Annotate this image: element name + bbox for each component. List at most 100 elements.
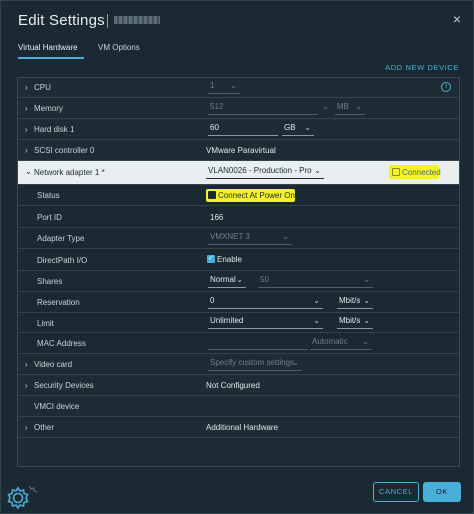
- chevron-down-icon: ⌄: [363, 296, 370, 305]
- ok-button[interactable]: OK: [423, 482, 461, 502]
- gear-icon[interactable]: [4, 483, 38, 513]
- mac-mode: Automatic: [312, 337, 348, 346]
- other-label: Other: [34, 423, 55, 432]
- adapter-type-value: VMXNET 3: [210, 232, 250, 241]
- security-devices-label: Security Devices: [34, 381, 94, 390]
- hardware-row-other: › Other Additional Hardware: [18, 417, 459, 438]
- vmci-label: VMCI device: [34, 402, 80, 411]
- hardware-row-scsi: › SCSI controller 0 VMware Paravirtual: [18, 140, 459, 161]
- connect-at-power-on-checkbox[interactable]: [208, 191, 216, 199]
- hardware-panel: › CPU 1 ⌄ i › Memory 512 ⌄ MB ⌄ › Hard d…: [17, 77, 460, 467]
- limit-unit: Mbit/s: [339, 316, 361, 325]
- chevron-down-icon: ⌄: [230, 81, 237, 90]
- limit-input[interactable]: Unlimited ⌄: [208, 316, 323, 329]
- hard-disk-unit-select[interactable]: GB ⌄: [282, 123, 314, 136]
- chevron-down-icon[interactable]: ⌄: [322, 102, 329, 111]
- mac-address-input[interactable]: [208, 337, 308, 350]
- network-adapter-label: Network adapter 1 *: [34, 168, 105, 177]
- chevron-right-icon[interactable]: ›: [25, 104, 28, 113]
- adapter-type-label: Adapter Type: [37, 234, 85, 243]
- chevron-down-icon: ⌄: [355, 102, 362, 111]
- chevron-right-icon[interactable]: ›: [25, 360, 28, 369]
- directpath-checkbox[interactable]: [207, 254, 215, 263]
- connected-checkbox[interactable]: [392, 168, 400, 176]
- chevron-right-icon[interactable]: ›: [25, 125, 28, 134]
- cpu-value: 1: [210, 81, 215, 90]
- cancel-button[interactable]: CANCEL: [373, 482, 419, 502]
- chevron-down-icon: ⌄: [292, 358, 299, 367]
- hardware-row-cpu: › CPU 1 ⌄ i: [18, 78, 459, 98]
- chevron-down-icon[interactable]: ⌄: [25, 167, 32, 176]
- chevron-down-icon: ⌄: [314, 166, 321, 175]
- reservation-value: 0: [210, 296, 215, 305]
- title-separator: [107, 14, 108, 28]
- mac-mode-select[interactable]: Automatic ⌄: [310, 337, 372, 350]
- close-icon[interactable]: ×: [453, 11, 461, 27]
- cpu-label: CPU: [34, 83, 51, 92]
- connected-label: Connected: [402, 168, 441, 177]
- info-icon[interactable]: i: [441, 82, 451, 92]
- edit-settings-dialog: Edit Settings × Virtual Hardware VM Opti…: [0, 0, 474, 514]
- status-label: Status: [37, 191, 60, 200]
- memory-unit-select[interactable]: MB ⌄: [335, 102, 365, 115]
- shares-level-select[interactable]: Normal ⌄: [208, 275, 246, 288]
- scsi-label: SCSI controller 0: [34, 146, 95, 155]
- chevron-down-icon: ⌄: [313, 316, 320, 325]
- chevron-down-icon: ⌄: [282, 232, 289, 241]
- memory-label: Memory: [34, 104, 63, 113]
- network-adapter-type-row: Adapter Type VMXNET 3 ⌄: [18, 228, 459, 249]
- dialog-title: Edit Settings: [18, 12, 105, 29]
- hardware-row-hard-disk: › Hard disk 1 60 GB ⌄: [18, 119, 459, 140]
- shares-value: 50: [260, 275, 269, 284]
- hard-disk-input[interactable]: 60: [208, 123, 278, 136]
- chevron-right-icon[interactable]: ›: [25, 381, 28, 390]
- hardware-row-video-card: › Video card Specify custom settings ⌄: [18, 354, 459, 375]
- video-card-label: Video card: [34, 360, 73, 369]
- tab-vm-options[interactable]: VM Options: [98, 43, 140, 52]
- hardware-row-security-devices: › Security Devices Not Configured: [18, 375, 459, 396]
- tab-virtual-hardware[interactable]: Virtual Hardware: [18, 43, 77, 52]
- mac-address-label: MAC Address: [37, 339, 86, 348]
- chevron-right-icon[interactable]: ›: [25, 146, 28, 155]
- chevron-down-icon: ⌄: [313, 296, 320, 305]
- chevron-down-icon: ⌄: [363, 316, 370, 325]
- hard-disk-label: Hard disk 1: [34, 125, 75, 134]
- video-card-value: Specify custom settings: [210, 358, 295, 367]
- limit-value: Unlimited: [210, 316, 244, 325]
- chevron-down-icon: ⌄: [363, 275, 370, 284]
- chevron-right-icon[interactable]: ›: [25, 83, 28, 92]
- reservation-input[interactable]: 0 ⌄: [208, 296, 323, 309]
- connect-at-power-on-label: Connect At Power On: [218, 191, 295, 200]
- port-id-value: 166: [210, 213, 224, 222]
- reservation-unit: Mbit/s: [339, 296, 361, 305]
- video-card-select[interactable]: Specify custom settings ⌄: [208, 358, 302, 371]
- chevron-down-icon: ⌄: [362, 337, 369, 346]
- add-new-device-link[interactable]: ADD NEW DEVICE: [385, 63, 459, 72]
- memory-input[interactable]: 512: [208, 102, 318, 115]
- network-select[interactable]: VLAN0026 - Production - Pro ⌄: [206, 166, 324, 179]
- shares-level: Normal: [210, 275, 236, 284]
- memory-unit: MB: [337, 102, 349, 111]
- hardware-row-network-adapter: ⌄ Network adapter 1 * VLAN0026 - Product…: [18, 161, 459, 185]
- network-limit-row: Limit Unlimited ⌄ Mbit/s ⌄: [18, 313, 459, 333]
- shares-value-field[interactable]: 50 ⌄: [258, 275, 373, 288]
- limit-unit-select[interactable]: Mbit/s ⌄: [337, 316, 373, 329]
- network-status-row: Status Connect At Power On: [18, 185, 459, 206]
- network-shares-row: Shares Normal ⌄ 50 ⌄: [18, 271, 459, 292]
- network-port-id-row: Port ID 166: [18, 206, 459, 228]
- cpu-select[interactable]: 1 ⌄: [208, 81, 240, 94]
- network-directpath-row: DirectPath I/O Enable: [18, 249, 459, 271]
- security-devices-value: Not Configured: [206, 381, 260, 390]
- vm-name-redacted: [114, 16, 160, 24]
- chevron-down-icon: ⌄: [304, 123, 311, 132]
- hard-disk-unit: GB: [284, 123, 296, 132]
- port-id-label: Port ID: [37, 213, 62, 222]
- network-value: VLAN0026 - Production - Pro: [208, 166, 312, 175]
- reservation-label: Reservation: [37, 298, 80, 307]
- hardware-row-memory: › Memory 512 ⌄ MB ⌄: [18, 98, 459, 119]
- reservation-unit-select[interactable]: Mbit/s ⌄: [337, 296, 373, 309]
- scsi-value: VMware Paravirtual: [206, 146, 276, 155]
- chevron-right-icon[interactable]: ›: [25, 423, 28, 432]
- adapter-type-select[interactable]: VMXNET 3 ⌄: [208, 232, 292, 245]
- directpath-value: Enable: [217, 255, 242, 264]
